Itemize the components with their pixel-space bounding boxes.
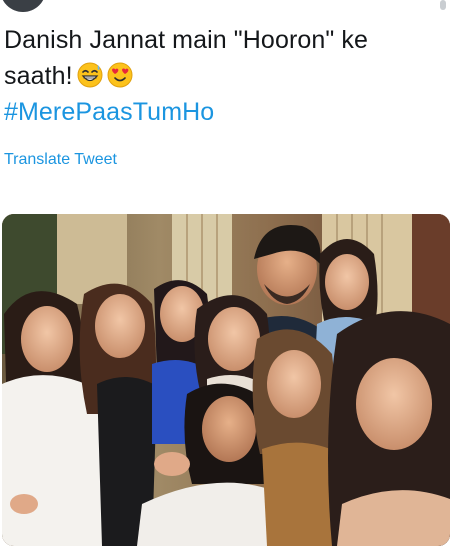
grinning-sweat-emoji-icon — [77, 62, 103, 88]
tweet-text-line-2: saath! — [4, 62, 73, 90]
tweet-hashtag-wrap: #MerePaasTumHo — [4, 94, 444, 130]
tweet-text-line-2-wrap: saath! — [4, 58, 444, 94]
hashtag-link[interactable]: #MerePaasTumHo — [4, 94, 214, 130]
scrollbar-thumb[interactable] — [440, 0, 446, 10]
heart-eyes-emoji-icon — [107, 62, 133, 88]
tweet-photo[interactable] — [2, 214, 450, 546]
group-selfie-photo — [2, 214, 450, 546]
tweet-text-line-1: Danish Jannat main "Hooron" ke — [4, 26, 368, 54]
translate-tweet-link[interactable]: Translate Tweet — [4, 151, 117, 169]
tweet-body: Danish Jannat main "Hooron" ke saath! #M… — [4, 22, 444, 130]
author-avatar[interactable] — [0, 0, 46, 12]
